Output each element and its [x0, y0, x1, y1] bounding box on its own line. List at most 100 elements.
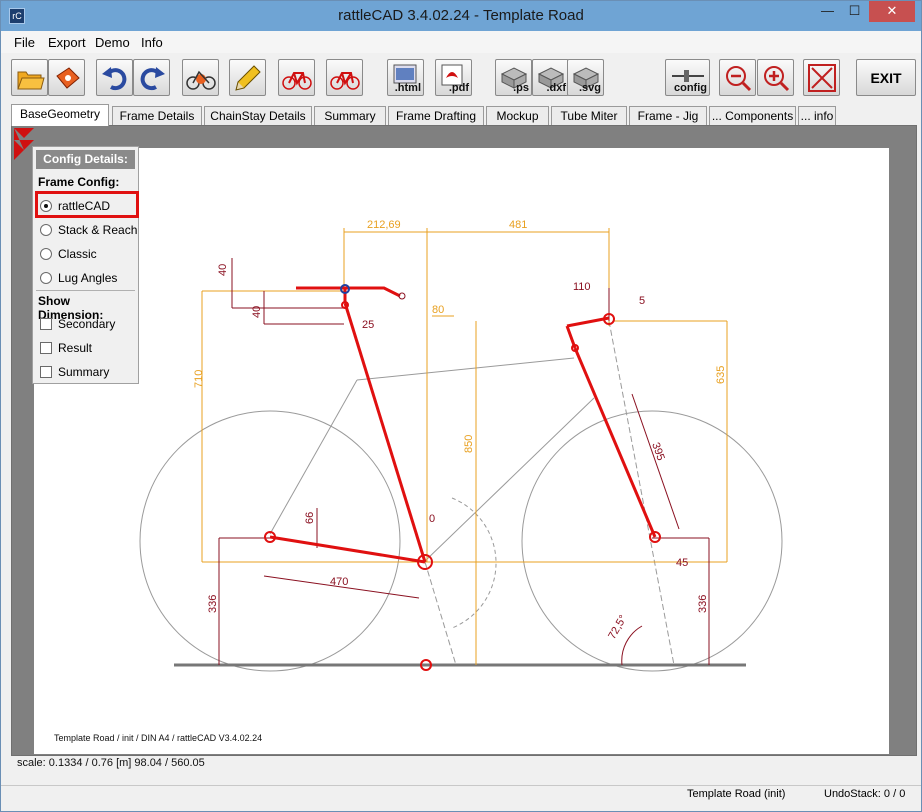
dim-label-66: 66 — [304, 512, 316, 524]
config-panel-title[interactable]: Config Details: — [36, 150, 135, 169]
toptube-line — [356, 357, 575, 381]
bike-gear-icon — [186, 70, 216, 90]
maximize-button[interactable]: ☐ — [841, 1, 868, 22]
title-bar[interactable]: rC rattleCAD 3.4.02.24 - Template Road —… — [1, 1, 921, 31]
dim-label-470: 470 — [330, 576, 348, 588]
tab-mockup[interactable]: Mockup — [486, 106, 549, 126]
drawing-footer: Template Road / init / DIN A4 / rattleCA… — [54, 733, 262, 743]
tab-frame-drafting[interactable]: Frame Drafting — [388, 106, 484, 126]
status-file-name: Template Road (init) — [687, 788, 786, 800]
menu-info[interactable]: Info — [141, 35, 163, 50]
bike-settings-button[interactable] — [182, 59, 219, 96]
zoom-out-button[interactable] — [719, 59, 756, 96]
drawing-sheet[interactable]: 212,69 481 40 40 25 80 110 5 710 635 850… — [34, 148, 889, 754]
tab-info[interactable]: ... info — [798, 106, 836, 126]
window-title: rattleCAD 3.4.02.24 - Template Road — [338, 7, 584, 24]
tab-components[interactable]: ... Components — [709, 106, 796, 126]
dim-label-25: 25 — [362, 319, 374, 331]
tab-frame-details[interactable]: Frame Details — [112, 106, 202, 126]
pencil-edit-icon — [235, 65, 261, 91]
export-ps-button[interactable]: .ps — [495, 59, 532, 96]
radio-button[interactable] — [40, 224, 52, 236]
dim-label-5: 5 — [639, 295, 645, 307]
dim-label-212-69: 212,69 — [367, 219, 401, 231]
dim-label-110: 110 — [573, 281, 591, 293]
menu-export[interactable]: Export — [48, 35, 86, 50]
dimension-labels: 212,69 481 40 40 25 80 110 5 710 635 850… — [193, 219, 727, 642]
checkbox[interactable] — [40, 342, 52, 354]
bike-red-1-button[interactable] — [278, 59, 315, 96]
menu-file[interactable]: File — [14, 35, 35, 50]
seatstay-line — [269, 379, 358, 535]
tab-summary[interactable]: Summary — [314, 106, 386, 126]
menu-demo[interactable]: Demo — [95, 35, 130, 50]
centerline-seat — [424, 561, 457, 666]
config-button[interactable]: config — [665, 59, 710, 96]
dim-label-336-left: 336 — [207, 595, 219, 613]
radio-button[interactable] — [40, 272, 52, 284]
floppy-save-icon — [56, 67, 80, 89]
folder-icon — [17, 71, 45, 90]
exit-button[interactable]: EXIT — [856, 59, 916, 96]
darkred-dimension-lines — [218, 258, 710, 666]
undo-button[interactable] — [96, 59, 133, 96]
dim-label-40a: 40 — [217, 264, 229, 276]
tab-chainstay-details[interactable]: ChainStay Details — [204, 106, 312, 126]
dim-label-40b: 40 — [251, 306, 263, 318]
redo-button[interactable] — [133, 59, 170, 96]
chainstay-tube — [269, 535, 426, 564]
fork-tube — [573, 347, 657, 538]
canvas-area[interactable]: 212,69 481 40 40 25 80 110 5 710 635 850… — [11, 125, 917, 756]
toolbar: .html .pdf .ps .dxf .svg config EXIT — [1, 55, 921, 101]
edit-button[interactable] — [229, 59, 266, 96]
open-folder-button[interactable] — [11, 59, 48, 96]
config-details-panel: Config Details: Frame Config: rattleCAD … — [32, 146, 139, 384]
status-bar: Template Road (init) UndoStack: 0 / 0 — [1, 785, 921, 811]
menu-bar: File Export Demo Info — [1, 31, 921, 53]
dim-label-45: 45 — [676, 557, 688, 569]
dim-label-80: 80 — [432, 304, 444, 316]
undo-arrow-icon — [102, 67, 127, 91]
dim-label-72-5: 72,5° — [606, 613, 629, 641]
zoom-in-button[interactable] — [757, 59, 794, 96]
wheel-circles — [139, 410, 783, 672]
export-dxf-button[interactable]: .dxf — [532, 59, 569, 96]
checkbox[interactable] — [40, 318, 52, 330]
radio-button[interactable] — [40, 200, 52, 212]
zoom-out-icon — [726, 66, 752, 92]
bike-red-2-button[interactable] — [326, 59, 363, 96]
export-svg-button[interactable]: .svg — [567, 59, 604, 96]
checkbox[interactable] — [40, 366, 52, 378]
thin-frame-lines — [269, 320, 675, 666]
fit-to-view-icon — [808, 64, 836, 92]
frame-config-heading: Frame Config: — [38, 175, 120, 189]
dim-label-0: 0 — [429, 513, 435, 525]
tab-basegeometry[interactable]: BaseGeometry — [11, 104, 109, 126]
dim-label-850: 850 — [463, 435, 475, 453]
dim-label-710: 710 — [193, 370, 205, 388]
fit-view-button[interactable] — [803, 59, 840, 96]
dim-label-395: 395 — [649, 441, 667, 462]
zoom-in-icon — [764, 66, 790, 92]
minimize-button[interactable]: — — [814, 1, 841, 22]
save-button[interactable] — [48, 59, 85, 96]
bike-geometry-drawing[interactable]: 212,69 481 40 40 25 80 110 5 710 635 850… — [34, 148, 889, 754]
red-bike-icon — [330, 72, 360, 90]
export-html-button[interactable]: .html — [387, 59, 424, 96]
status-undo-stack: UndoStack: 0 / 0 — [824, 788, 906, 800]
crank-arc — [451, 497, 497, 629]
scale-readout: scale: 0.1334 / 0.76 [m] 98.04 / 560.05 — [17, 757, 205, 769]
tab-frame-jig[interactable]: Frame - Jig — [629, 106, 707, 126]
close-button[interactable]: ✕ — [869, 1, 915, 22]
dim-label-481: 481 — [509, 219, 527, 231]
angle-arc-72 — [621, 625, 643, 666]
export-pdf-button[interactable]: .pdf — [435, 59, 472, 96]
divider — [36, 290, 135, 291]
app-window: rC rattleCAD 3.4.02.24 - Template Road —… — [0, 0, 922, 812]
key-points — [264, 284, 661, 671]
dim-label-336-right: 336 — [697, 595, 709, 613]
stem — [566, 316, 610, 328]
radio-button[interactable] — [40, 248, 52, 260]
downtube-line — [423, 397, 595, 563]
tab-tube-miter[interactable]: Tube Miter — [551, 106, 627, 126]
